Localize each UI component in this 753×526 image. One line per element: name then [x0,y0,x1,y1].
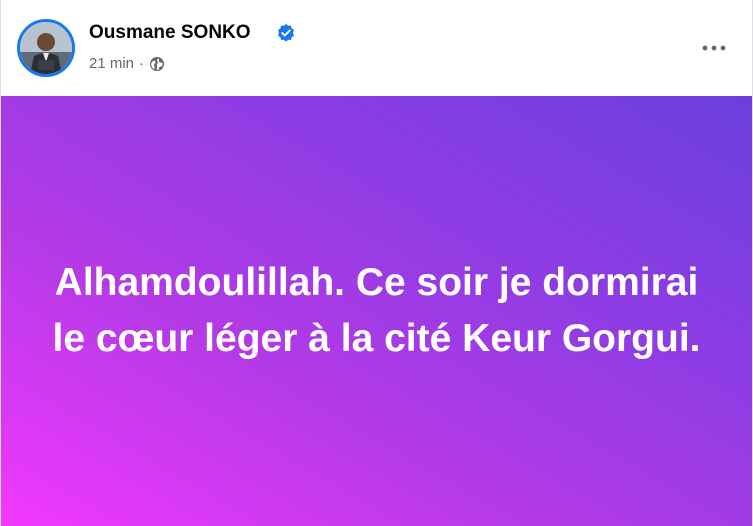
author-name[interactable]: Ousmane SONKO [89,22,251,44]
more-options-icon [702,45,726,51]
post-meta: 21 min · [89,55,165,72]
avatar-photo [20,22,72,74]
meta-separator: · [139,55,145,72]
post-timestamp[interactable]: 21 min [89,55,134,72]
more-options-button[interactable] [696,30,732,66]
post-header: Ousmane SONKO 21 min · [1,0,753,96]
post-background-text: Alhamdoulillah. Ce soir je dormirai le c… [1,96,752,526]
facebook-post: Ousmane SONKO 21 min · Alhamdoulillah. C… [0,0,753,526]
author-avatar[interactable] [17,19,75,77]
post-text: Alhamdoulillah. Ce soir je dormirai le c… [52,261,701,360]
verified-badge-icon [278,24,294,42]
globe-icon[interactable] [149,56,165,72]
